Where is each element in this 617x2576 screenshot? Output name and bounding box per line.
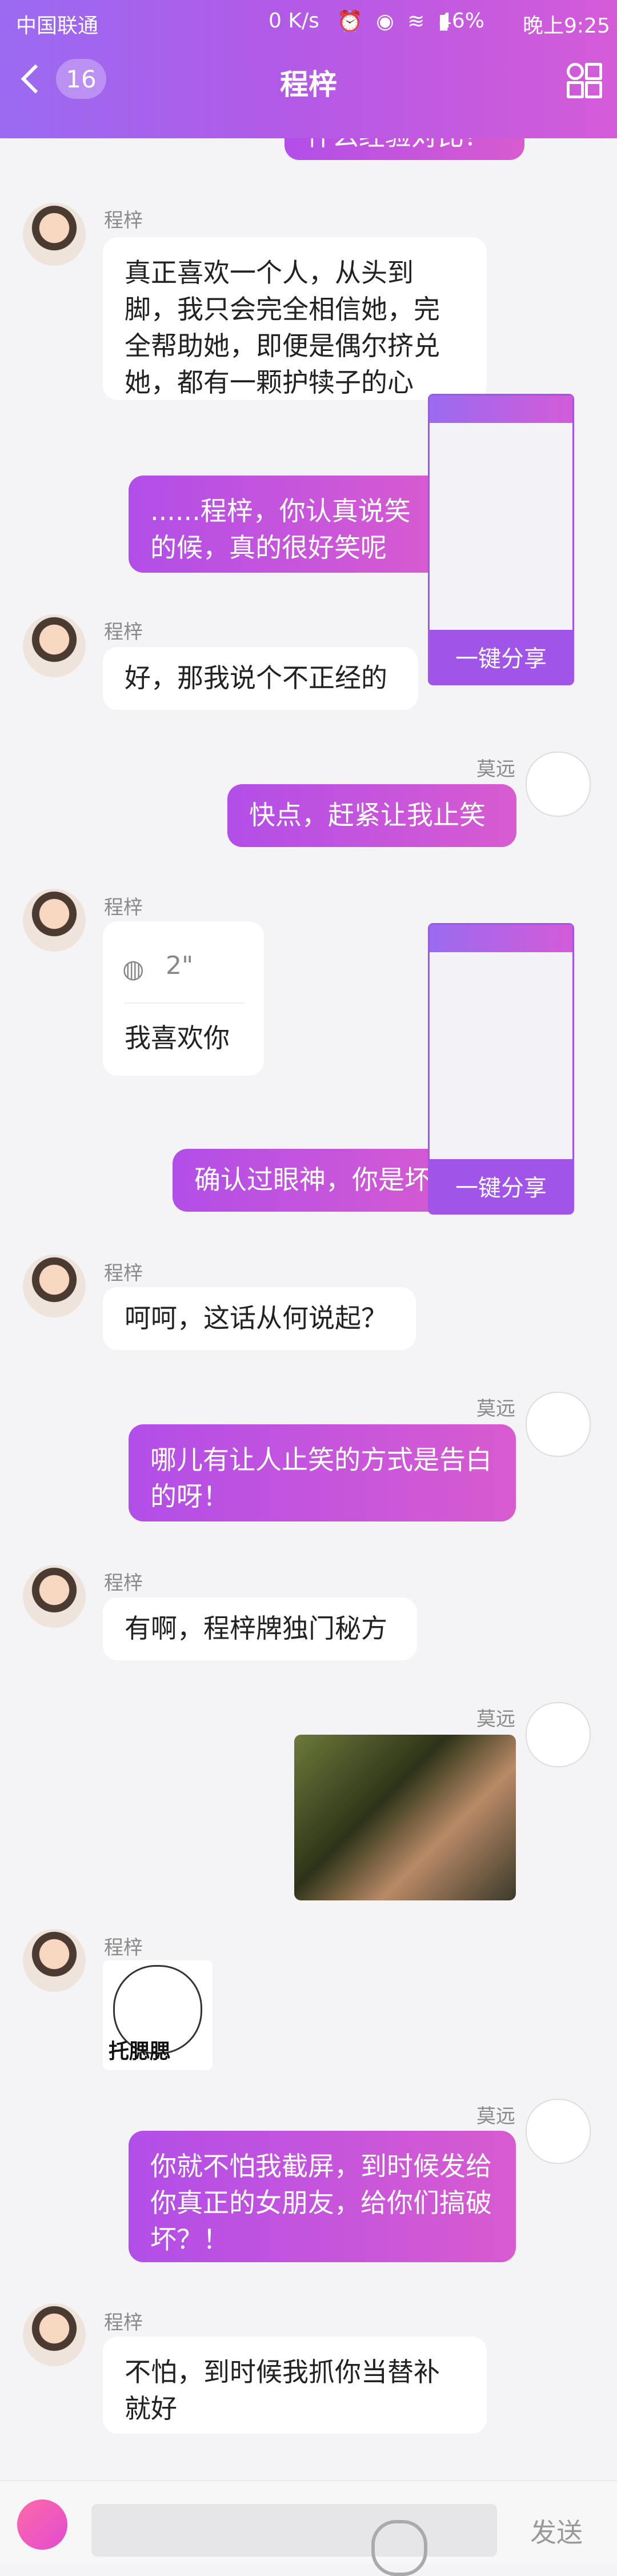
battery-level: 46% (439, 9, 485, 33)
message-input[interactable] (91, 2504, 497, 2576)
share-preview (430, 925, 572, 1159)
message-bubble-right[interactable]: 哪儿有让人止笑的方式是告白的呀！ (129, 1424, 516, 1521)
grid-cell-icon (567, 63, 584, 80)
one-click-share-button[interactable]: 一键分享 (430, 1159, 572, 1213)
avatar-moyuan[interactable] (526, 752, 591, 817)
sender-name: 程梓 (104, 1936, 143, 1959)
message-text: 确认过眼神，你是坏 (194, 1164, 431, 1195)
clock: 晚上9:25 (523, 14, 610, 38)
sender-name: 程梓 (104, 621, 143, 644)
menu-grid-button[interactable] (567, 63, 602, 98)
message-text: 哪儿有让人止笑的方式是告白的呀！ (150, 1444, 492, 1512)
message-bubble-left[interactable]: 不怕，到时候我抓你当替补就好 (103, 2337, 487, 2434)
chat-area: 什么经验对比？ 程梓 真正喜欢一个人，从头到脚，我只会完全相信她，完全帮助她，即… (0, 0, 617, 2563)
message-text: 好，那我说个不正经的 (125, 662, 387, 693)
avatar-chengzi[interactable] (23, 1565, 86, 1628)
sender-name: 程梓 (104, 209, 143, 232)
message-bubble-left[interactable]: 真正喜欢一个人，从头到脚，我只会完全相信她，完全帮助她，即便是偶尔挤兑她，都有一… (103, 237, 487, 400)
voice-divider (125, 1003, 245, 1004)
message-text: 快点，赶紧让我止笑 (249, 800, 486, 830)
send-button[interactable]: 发送 (530, 2512, 583, 2550)
sticker-label: 托腮腮 (109, 2040, 171, 2063)
sender-name: 程梓 (104, 2311, 143, 2334)
avatar-moyuan[interactable] (526, 2099, 591, 2164)
share-panel[interactable]: 一键分享 (430, 925, 572, 1213)
sender-name: 莫远 (476, 1708, 515, 1731)
avatar-chengzi[interactable] (23, 889, 86, 952)
message-bubble-left[interactable]: 呵呵，这话从何说起？ (103, 1287, 416, 1350)
sender-name: 莫远 (476, 2105, 515, 2128)
voice-message[interactable]: ◍ 2" 我喜欢你 (103, 921, 264, 1076)
image-message[interactable] (294, 1735, 516, 1900)
message-bubble-left[interactable]: 好，那我说个不正经的 (103, 647, 418, 710)
page-title: 程梓 (280, 68, 337, 101)
chat-header: 16 程梓 (0, 45, 617, 138)
grid-cell-icon (567, 81, 584, 98)
timer-icon[interactable] (371, 2520, 427, 2576)
voice-wave-icon: ◍ (122, 954, 145, 984)
message-text: 你就不怕我截屏，到时候发给你真正的女朋友，给你们搞破坏？！ (150, 2151, 492, 2255)
sender-name: 程梓 (104, 1262, 143, 1285)
sender-name: 莫远 (476, 1397, 515, 1420)
avatar-chengzi[interactable] (23, 2303, 86, 2366)
carrier-label: 中国联通 (16, 14, 99, 38)
message-bubble-right[interactable]: 你就不怕我截屏，到时候发给你真正的女朋友，给你们搞破坏？！ (129, 2131, 516, 2262)
one-click-share-button[interactable]: 一键分享 (430, 630, 572, 684)
voice-transcription: 我喜欢你 (125, 1023, 230, 1053)
grid-cell-icon (585, 63, 602, 80)
sender-name: 程梓 (104, 1572, 143, 1595)
share-panel[interactable]: 一键分享 (430, 396, 572, 684)
avatar-chengzi[interactable] (23, 614, 86, 677)
message-text: ......程梓，你认真说笑的候，真的很好笑呢 (150, 496, 411, 563)
grid-cell-icon (585, 81, 602, 98)
message-bubble-right[interactable]: 确认过眼神，你是坏 (173, 1149, 470, 1212)
avatar-moyuan[interactable] (526, 1702, 591, 1767)
network-speed: 0 K/s (269, 9, 319, 33)
attachment-button[interactable] (17, 2499, 67, 2550)
avatar-chengzi[interactable] (23, 203, 86, 266)
message-bubble-right[interactable]: ......程梓，你认真说笑的候，真的很好笑呢 (129, 476, 442, 573)
avatar-chengzi[interactable] (23, 1255, 86, 1317)
sender-name: 莫远 (476, 758, 515, 781)
share-preview (430, 396, 572, 630)
message-text: 呵呵，这话从何说起？ (125, 1303, 387, 1333)
avatar-moyuan[interactable] (526, 1392, 591, 1457)
status-bar: 中国联通 0 K/s ⏰ ◉ ≋ ▮ 46% 晚上9:25 (0, 0, 617, 45)
message-text: 有啊，程梓牌独门秘方 (125, 1613, 387, 1644)
voice-duration: 2" (166, 951, 194, 980)
avatar-chengzi[interactable] (23, 1929, 86, 1992)
message-text: 不怕，到时候我抓你当替补就好 (125, 2357, 440, 2424)
sticker-message[interactable]: 托腮腮 (103, 1960, 213, 2070)
message-bubble-right[interactable]: 快点，赶紧让我止笑 (227, 784, 516, 847)
sender-name: 程梓 (104, 896, 143, 919)
status-icons: ⏰ ◉ ≋ ▮ (337, 10, 453, 33)
top-bar: 中国联通 0 K/s ⏰ ◉ ≋ ▮ 46% 晚上9:25 16 程梓 (0, 0, 617, 138)
message-text: 真正喜欢一个人，从头到脚，我只会完全相信她，完全帮助她，即便是偶尔挤兑她，都有一… (125, 257, 440, 398)
message-bubble-left[interactable]: 有啊，程梓牌独门秘方 (103, 1597, 417, 1660)
input-bar: 发送 (0, 2481, 617, 2576)
